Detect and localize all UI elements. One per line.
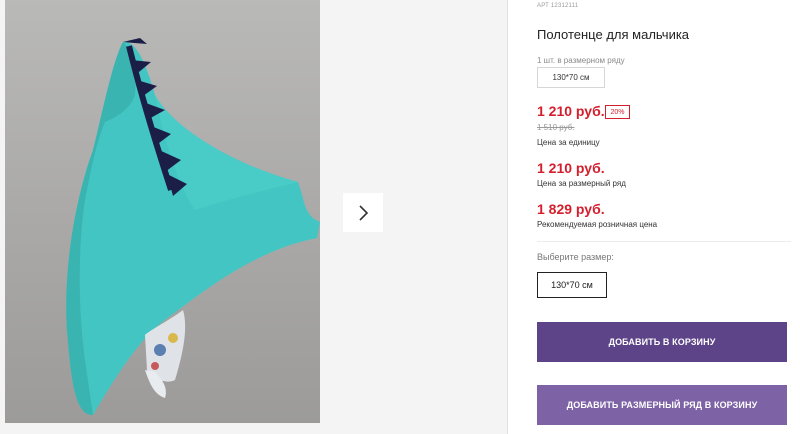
add-row-to-cart-button[interactable]: ДОБАВИТЬ РАЗМЕРНЫЙ РЯД В КОРЗИНУ: [537, 385, 787, 425]
gallery-next-button[interactable]: [343, 193, 383, 232]
retail-price-label: Рекомендуемая розничная цена: [537, 220, 658, 229]
section-divider: [537, 241, 791, 242]
add-to-cart-button[interactable]: ДОБАВИТЬ В КОРЗИНУ: [537, 322, 787, 362]
retail-price: 1 829 руб.: [537, 201, 605, 217]
unit-price-label: Цена за единицу: [537, 138, 600, 147]
chevron-right-icon: [359, 204, 369, 221]
article-number: АРТ 12312111: [537, 3, 579, 9]
hooded-towel-image: [66, 38, 320, 416]
discount-badge: 20%: [605, 105, 630, 119]
row-price-label: Цена за размерный ряд: [537, 179, 626, 188]
row-count-text: 1 шт. в размерном ряду: [537, 56, 625, 65]
panel-divider: [507, 0, 508, 434]
product-photo: [5, 0, 320, 423]
row-size-chip: 130*70 см: [537, 67, 605, 88]
old-price: 1 510 руб.: [537, 123, 575, 132]
product-gallery: [0, 0, 507, 434]
row-price: 1 210 руб.: [537, 160, 605, 176]
product-title: Полотенце для мальчика: [537, 27, 690, 42]
size-option-button[interactable]: 130*70 см: [537, 272, 607, 298]
size-prompt: Выберите размер:: [537, 252, 614, 262]
unit-price: 1 210 руб.: [537, 103, 605, 119]
